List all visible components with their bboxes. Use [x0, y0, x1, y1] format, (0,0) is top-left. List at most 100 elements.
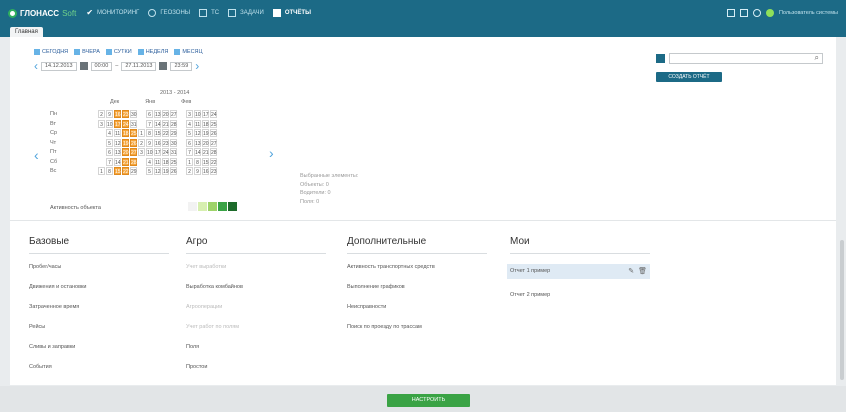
- calendar-day[interactable]: 13: [114, 148, 121, 156]
- calendar-day[interactable]: 25: [210, 119, 217, 128]
- calendar-day[interactable]: 26: [210, 129, 217, 137]
- calendar-day[interactable]: 15: [202, 157, 209, 166]
- report-link[interactable]: Активность транспортных средств: [347, 264, 447, 271]
- report-link[interactable]: Движения и остановки: [29, 284, 169, 291]
- nav-reports[interactable]: ОТЧЁТЫ: [272, 9, 311, 17]
- scrollbar[interactable]: [840, 240, 844, 380]
- report-link[interactable]: Простои: [186, 364, 326, 371]
- calendar-day[interactable]: 19: [122, 138, 129, 147]
- report-link[interactable]: Выработка комбайнов: [186, 284, 326, 291]
- calendar-day[interactable]: 27: [210, 138, 217, 147]
- calendar-day[interactable]: 24: [162, 148, 169, 156]
- configure-button[interactable]: НАСТРОИТЬ: [387, 394, 470, 407]
- to-time-field[interactable]: 23:59: [170, 61, 193, 71]
- edit-icon[interactable]: ✎: [628, 268, 634, 275]
- report-link[interactable]: Неисправности: [347, 304, 487, 311]
- calendar-day[interactable]: 7: [106, 157, 113, 166]
- calendar-day[interactable]: 20: [162, 110, 169, 118]
- calendar-day[interactable]: 1: [98, 167, 105, 175]
- nav-geozones[interactable]: ГЕОЗОНЫ: [148, 9, 190, 17]
- calendar-day[interactable]: 5: [186, 129, 193, 137]
- calendar-day[interactable]: 29: [170, 129, 177, 137]
- calendar-day[interactable]: 26: [130, 138, 137, 147]
- calendar-day[interactable]: 5: [106, 138, 113, 147]
- calendar-day[interactable]: 2: [138, 138, 145, 147]
- report-link[interactable]: Рейсы: [29, 324, 169, 331]
- calendar-day[interactable]: 31: [170, 148, 177, 156]
- calendar-day[interactable]: 23: [162, 138, 169, 147]
- report-link[interactable]: Поиск по проезду по трассам: [347, 324, 437, 331]
- report-link[interactable]: Отчет 2 пример: [510, 292, 650, 299]
- search-icon[interactable]: ⌕: [815, 53, 819, 63]
- calendar-day[interactable]: 6: [146, 110, 153, 118]
- calendar-day[interactable]: 31: [130, 119, 137, 128]
- grid-icon[interactable]: [726, 9, 735, 17]
- calendar-day[interactable]: 25: [170, 157, 177, 166]
- calendar-day[interactable]: 21: [162, 119, 169, 128]
- calendar-day[interactable]: 24: [122, 119, 129, 128]
- nav-tasks[interactable]: ЗАДАЧИ: [228, 9, 264, 17]
- period-day-button[interactable]: СУТКИ: [105, 49, 132, 55]
- calendar-day[interactable]: 19: [162, 167, 169, 175]
- calendar-day[interactable]: 9: [146, 138, 153, 147]
- calendar-icon[interactable]: [159, 62, 168, 70]
- calendar-day[interactable]: 10: [146, 148, 153, 156]
- calendar-day[interactable]: 17: [202, 110, 209, 118]
- calendar-day[interactable]: 27: [130, 148, 137, 156]
- calendar-day[interactable]: 12: [194, 129, 201, 137]
- filter-icon[interactable]: [656, 54, 665, 63]
- calendar-day[interactable]: 11: [154, 157, 161, 166]
- period-today-button[interactable]: СЕГОДНЯ: [34, 49, 68, 55]
- calendar-day[interactable]: 24: [210, 110, 217, 118]
- calendar-day[interactable]: 7: [186, 148, 193, 156]
- trash-icon[interactable]: 🗑: [638, 268, 647, 275]
- tab-home[interactable]: Главная: [10, 27, 43, 37]
- calendar-day[interactable]: 10: [194, 110, 201, 118]
- calendar-day[interactable]: 21: [122, 157, 129, 166]
- calendar-day[interactable]: 28: [210, 148, 217, 156]
- calendar-day[interactable]: 13: [154, 110, 161, 118]
- calendar-day[interactable]: 1: [186, 157, 193, 166]
- nav-vehicles[interactable]: ТС: [199, 9, 219, 17]
- calendar-day[interactable]: 28: [170, 119, 177, 128]
- calendar-day[interactable]: 8: [106, 167, 113, 175]
- calendar-day[interactable]: 20: [202, 138, 209, 147]
- period-week-button[interactable]: НЕДЕЛЯ: [137, 49, 168, 55]
- to-date-field[interactable]: 27.11.2013: [121, 61, 157, 71]
- calendar-day[interactable]: 9: [194, 167, 201, 175]
- calendar-day[interactable]: 18: [202, 119, 209, 128]
- calendar-day[interactable]: 15: [154, 129, 161, 137]
- calendar-day[interactable]: 4: [186, 119, 193, 128]
- chevron-right-icon[interactable]: ›: [195, 60, 199, 72]
- calendar-day[interactable]: 14: [194, 148, 201, 156]
- calendar-day[interactable]: 18: [122, 129, 129, 137]
- report-link[interactable]: Поля: [186, 344, 326, 351]
- calendar-day[interactable]: 8: [194, 157, 201, 166]
- calendar-day[interactable]: 14: [114, 157, 121, 166]
- calendar-day[interactable]: 1: [138, 129, 145, 137]
- mail-icon[interactable]: [739, 9, 748, 17]
- calendar-day[interactable]: 23: [122, 110, 129, 118]
- calendar-day[interactable]: 21: [202, 148, 209, 156]
- period-month-button[interactable]: МЕСЯЦ: [174, 49, 203, 55]
- calendar-day[interactable]: 11: [114, 129, 121, 137]
- calendar-day[interactable]: 19: [202, 129, 209, 137]
- from-date-field[interactable]: 14.12.2013: [41, 61, 77, 71]
- app-logo[interactable]: ГЛОНАСС Soft: [8, 8, 76, 18]
- period-yesterday-button[interactable]: ВЧЕРА: [74, 49, 100, 55]
- calendar-day[interactable]: 20: [122, 148, 129, 156]
- calendar-day[interactable]: 3: [98, 119, 105, 128]
- calendar-day[interactable]: 22: [162, 129, 169, 137]
- search-input[interactable]: [669, 53, 823, 64]
- calendar-day[interactable]: 30: [170, 138, 177, 147]
- create-report-button[interactable]: СОЗДАТЬ ОТЧЁТ: [656, 72, 722, 82]
- settings-icon[interactable]: [752, 9, 761, 17]
- calendar-day[interactable]: 12: [114, 138, 121, 147]
- calendar-day[interactable]: 17: [114, 119, 121, 128]
- calendar-day[interactable]: 22: [122, 167, 129, 175]
- calendar-day[interactable]: 3: [138, 148, 145, 156]
- calendar-day[interactable]: 6: [106, 148, 113, 156]
- calendar-day[interactable]: 6: [186, 138, 193, 147]
- calendar-day[interactable]: 4: [146, 157, 153, 166]
- calendar-day[interactable]: 17: [154, 148, 161, 156]
